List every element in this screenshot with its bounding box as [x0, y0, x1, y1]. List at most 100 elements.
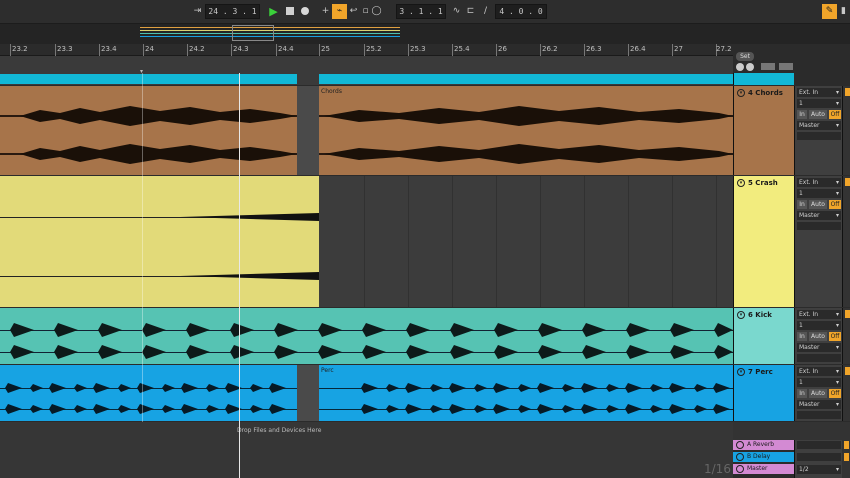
master-output-select[interactable]: 1/2: [797, 465, 841, 474]
loop-length[interactable]: 4 . 0 . 0: [495, 4, 547, 19]
track-header-chords[interactable]: ▾ 4 Chords: [733, 86, 794, 175]
track-lane-crash[interactable]: [0, 176, 733, 307]
io-toggle-icon[interactable]: [779, 63, 793, 70]
output-channel-select[interactable]: [797, 354, 841, 362]
play-icon[interactable]: ▶: [266, 4, 281, 19]
output-select[interactable]: Master: [797, 343, 841, 352]
return-b-output[interactable]: [797, 453, 841, 461]
monitor-in-button[interactable]: In: [797, 110, 807, 119]
monitor-off-button[interactable]: Off: [829, 200, 841, 209]
mixer-strip-kick: [842, 308, 850, 364]
draw-mode-icon[interactable]: ✎: [822, 4, 837, 19]
ruler-label: 24.3: [233, 45, 249, 53]
unfold-all-icon[interactable]: [746, 63, 754, 71]
track-lane-chords[interactable]: Chords: [0, 86, 733, 175]
track-activator[interactable]: [845, 178, 850, 186]
track-lane-perc[interactable]: Perc: [0, 365, 733, 421]
monitor-auto-button[interactable]: Auto: [809, 110, 827, 119]
track-activator[interactable]: [845, 88, 850, 96]
monitor-auto-button[interactable]: Auto: [809, 389, 827, 398]
ruler-label: 27: [674, 45, 683, 53]
return-a-output[interactable]: [797, 441, 841, 449]
fold-all-icon[interactable]: [736, 63, 744, 71]
output-select[interactable]: Master: [797, 400, 841, 409]
track-header-kick[interactable]: ▾ 6 Kick: [733, 308, 794, 364]
fold-icon[interactable]: [736, 441, 744, 449]
output-select[interactable]: Master: [797, 121, 841, 130]
ruler-label: 27.2: [716, 45, 732, 53]
track-name[interactable]: 5 Crash: [748, 179, 778, 187]
stop-icon[interactable]: [282, 4, 297, 19]
resize-icon[interactable]: [761, 63, 775, 70]
input-channel-select[interactable]: 1: [797, 321, 841, 330]
master-track[interactable]: Master: [733, 464, 794, 474]
session-record-icon[interactable]: ◯: [369, 4, 384, 19]
audio-clip-kick[interactable]: [0, 308, 733, 364]
input-type-select[interactable]: Ext. In: [797, 310, 841, 319]
audio-clip[interactable]: [0, 365, 297, 421]
fold-icon[interactable]: [736, 453, 744, 461]
monitor-auto-button[interactable]: Auto: [809, 332, 827, 341]
drop-area[interactable]: Drop Files and Devices Here 1/16: [0, 422, 733, 478]
track-activator[interactable]: [845, 367, 850, 375]
overdub-icon[interactable]: +: [318, 4, 333, 19]
monitor-auto-button[interactable]: Auto: [809, 200, 827, 209]
output-channel-select[interactable]: [797, 411, 841, 419]
arrangement-overview[interactable]: [0, 24, 850, 44]
arrangement-position[interactable]: 24 . 3 . 1: [205, 4, 260, 19]
track-lane-kick[interactable]: [0, 308, 733, 364]
monitor-in-button[interactable]: In: [797, 200, 807, 209]
locator-ruler[interactable]: ▾: [0, 56, 733, 75]
follow-icon[interactable]: ⇥: [190, 4, 205, 19]
output-channel-select[interactable]: [797, 222, 841, 230]
loop-brace[interactable]: [319, 74, 733, 84]
input-type-select[interactable]: Ext. In: [797, 178, 841, 187]
key-map-icon[interactable]: ▮: [836, 4, 850, 19]
fold-icon[interactable]: ▾: [737, 179, 745, 187]
audio-clip-perc[interactable]: Perc: [319, 365, 733, 421]
punch-in-icon[interactable]: ∿: [449, 4, 464, 19]
track-header-perc[interactable]: ▾ 7 Perc: [733, 365, 794, 421]
mixer-strip-perc: [842, 365, 850, 421]
loop-brace[interactable]: [0, 74, 297, 84]
fold-icon[interactable]: ▾: [737, 89, 745, 97]
input-channel-select[interactable]: 1: [797, 378, 841, 387]
audio-clip-crash[interactable]: [0, 176, 319, 307]
set-button[interactable]: Set: [736, 52, 754, 61]
loop-icon[interactable]: ⊏: [463, 4, 478, 19]
fold-icon[interactable]: [736, 465, 744, 473]
fold-icon[interactable]: ▾: [737, 311, 745, 319]
audio-clip[interactable]: [0, 86, 297, 175]
transport-bar: ⇥ 24 . 3 . 1 ▶ + ⌁ ↩ ▫ ◯ 3 . 1 . 1 ∿ ⊏ ∕…: [0, 0, 850, 24]
monitor-off-button[interactable]: Off: [829, 110, 841, 119]
track-activator[interactable]: [844, 441, 849, 449]
automation-arm-icon[interactable]: ⌁: [332, 4, 347, 19]
track-header-crash[interactable]: ▾ 5 Crash: [733, 176, 794, 307]
track-name[interactable]: 6 Kick: [748, 311, 772, 319]
track-name[interactable]: 4 Chords: [748, 89, 783, 97]
loop-start[interactable]: 3 . 1 . 1: [396, 4, 446, 19]
waveform: [319, 383, 733, 414]
monitor-off-button[interactable]: Off: [829, 332, 841, 341]
audio-clip-chords[interactable]: Chords: [319, 86, 733, 175]
monitor-off-button[interactable]: Off: [829, 389, 841, 398]
return-track-b[interactable]: B Delay: [733, 452, 794, 462]
output-select[interactable]: Master: [797, 211, 841, 220]
input-type-select[interactable]: Ext. In: [797, 367, 841, 376]
track-name[interactable]: 7 Perc: [748, 368, 773, 376]
input-channel-select[interactable]: 1: [797, 189, 841, 198]
return-track-a[interactable]: A Reverb: [733, 440, 794, 450]
punch-out-icon[interactable]: ∕: [478, 4, 493, 19]
input-type-select[interactable]: Ext. In: [797, 88, 841, 97]
track-activator[interactable]: [845, 310, 850, 318]
record-icon[interactable]: [297, 4, 312, 19]
fold-icon[interactable]: ▾: [737, 368, 745, 376]
monitor-in-button[interactable]: In: [797, 389, 807, 398]
track-activator[interactable]: [844, 453, 849, 461]
beat-time-ruler[interactable]: 23.2 23.3 23.4 24 24.2 24.3 24.4 25 25.2…: [0, 44, 733, 56]
input-channel-select[interactable]: 1: [797, 99, 841, 108]
overview-viewport[interactable]: [232, 25, 274, 41]
monitor-in-button[interactable]: In: [797, 332, 807, 341]
output-channel-select[interactable]: [797, 132, 841, 140]
loop-brace-lane[interactable]: [0, 73, 733, 85]
